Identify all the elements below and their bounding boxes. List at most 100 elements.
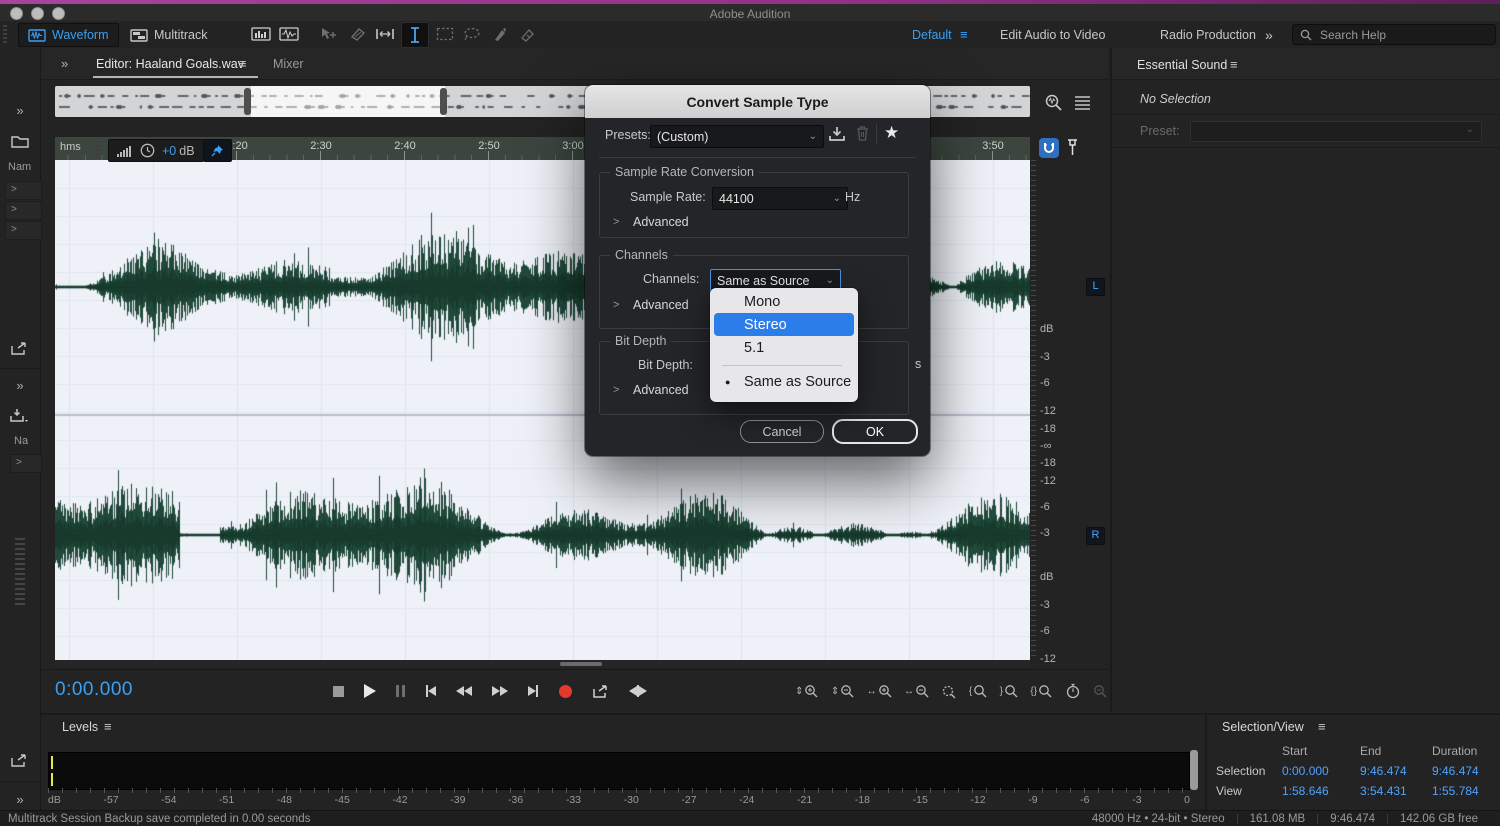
favorite-star-icon[interactable]: ★	[884, 123, 899, 143]
workspace-overflow-chevrons[interactable]: »	[1265, 27, 1273, 43]
panel-chevrons[interactable]: »	[61, 56, 68, 71]
hud-grip[interactable]	[96, 141, 102, 158]
advanced-expander-icon[interactable]: >	[613, 299, 619, 311]
advanced-expander-icon[interactable]: >	[613, 384, 619, 396]
paintbrush-tool-icon[interactable]	[487, 23, 513, 45]
search-help-box[interactable]	[1292, 24, 1496, 45]
zoom-to-out-point-button[interactable]: }	[1000, 684, 1018, 698]
open-in-multitrack-icon[interactable]	[10, 341, 28, 356]
zoom-out-amplitude-button[interactable]: ⇕	[831, 684, 854, 698]
hud-gain-value[interactable]: +0	[162, 144, 176, 158]
selection-end-value[interactable]: 9:46.474	[1360, 764, 1432, 778]
levels-panel-chevrons[interactable]: »	[0, 792, 40, 807]
record-button[interactable]	[559, 685, 572, 698]
tab-levels[interactable]: Levels	[62, 720, 98, 734]
waveform-mode-button[interactable]: Waveform	[18, 23, 119, 47]
levels-scrollbar[interactable]	[1190, 750, 1198, 790]
multitrack-mode-button[interactable]: Multitrack	[120, 23, 217, 47]
play-button[interactable]	[364, 684, 376, 698]
zoom-to-selection-button[interactable]: {}	[1030, 684, 1052, 698]
volume-hud[interactable]: +0 dB	[108, 139, 204, 162]
folder-icon[interactable]	[11, 134, 29, 148]
menu-item-same-as-source[interactable]: Same as Source	[710, 370, 858, 393]
zoom-in-amplitude-button[interactable]: ⇕	[795, 684, 818, 698]
cancel-button[interactable]: Cancel	[740, 420, 824, 443]
overview-viewport[interactable]	[251, 86, 445, 117]
view-end-value[interactable]: 3:54.431	[1360, 784, 1432, 798]
zoom-out-full-button[interactable]	[941, 684, 956, 699]
menu-item-stereo-highlighted[interactable]: Stereo	[714, 313, 854, 336]
toolbar-grip[interactable]	[3, 25, 7, 44]
import-file-icon[interactable]	[10, 408, 30, 424]
time-selection-tool-icon[interactable]	[401, 22, 429, 48]
workspace-radio-production[interactable]: Radio Production	[1160, 28, 1256, 42]
dialog-title[interactable]: Convert Sample Type	[585, 85, 930, 118]
workspace-edit-audio-to-video[interactable]: Edit Audio to Video	[1000, 28, 1105, 42]
presets-dropdown[interactable]: (Custom) ⌄	[650, 125, 824, 148]
file-tree-expander[interactable]: >	[5, 181, 42, 200]
waveform-hscrollbar[interactable]	[55, 660, 1030, 667]
selection-duration-value[interactable]: 9:46.474	[1432, 764, 1500, 778]
left-channel-badge[interactable]: L	[1086, 278, 1105, 296]
tab-selection-view[interactable]: Selection/View	[1222, 720, 1304, 734]
overview-handle-left[interactable]	[244, 88, 251, 115]
marquee-selection-tool-icon[interactable]	[432, 23, 458, 45]
file-tree-expander[interactable]: >	[5, 221, 42, 240]
pause-button[interactable]	[396, 685, 405, 697]
media-panel-expand-chevrons[interactable]: »	[0, 378, 40, 393]
levels-panel-menu-icon[interactable]: ≡	[104, 719, 112, 734]
selection-start-value[interactable]: 0:00.000	[1282, 764, 1360, 778]
workspace-default[interactable]: Default	[912, 28, 952, 42]
search-help-input[interactable]	[1318, 27, 1472, 43]
playhead-time[interactable]: 0:00.000	[55, 679, 133, 701]
hud-pin-button[interactable]	[203, 139, 232, 162]
workspace-menu-icon[interactable]: ≡	[960, 27, 968, 42]
menu-item-mono[interactable]: Mono	[710, 290, 858, 313]
media-tree-expander[interactable]: >	[10, 454, 42, 473]
essential-sound-menu-icon[interactable]: ≡	[1230, 57, 1238, 72]
right-channel-badge[interactable]: R	[1086, 527, 1105, 545]
tab-essential-sound[interactable]: Essential Sound	[1137, 58, 1227, 72]
slip-tool-icon[interactable]	[372, 23, 398, 45]
zoom-display-icon[interactable]	[1044, 93, 1063, 112]
files-panel-expand-chevrons[interactable]: »	[0, 103, 40, 118]
stop-button[interactable]	[333, 686, 344, 697]
view-duration-value[interactable]: 1:55.784	[1432, 784, 1500, 798]
display-list-icon[interactable]	[1074, 94, 1091, 110]
snap-toggle-icon[interactable]	[1039, 138, 1059, 158]
move-tool-icon[interactable]	[316, 23, 342, 45]
menu-item-5-1[interactable]: 5.1	[710, 336, 858, 359]
waveform-display-button[interactable]	[276, 23, 302, 45]
channels-advanced[interactable]: Advanced	[633, 298, 689, 312]
file-tree-expander[interactable]: >	[5, 201, 42, 220]
previous-button[interactable]	[426, 685, 436, 697]
rewind-button[interactable]	[456, 686, 472, 696]
marker-pin-icon[interactable]	[1066, 139, 1079, 157]
editor-panel-menu-icon[interactable]: ≡	[239, 56, 247, 71]
zoom-to-in-point-button[interactable]: {	[969, 684, 987, 698]
hscrollbar-thumb[interactable]	[560, 662, 602, 666]
lasso-selection-tool-icon[interactable]	[459, 23, 485, 45]
tab-mixer[interactable]: Mixer	[273, 57, 304, 71]
tab-editor[interactable]: Editor: Haaland Goals.wav	[96, 57, 244, 71]
fast-forward-button[interactable]	[492, 686, 508, 696]
zoom-in-time-button[interactable]: ↔	[867, 684, 892, 698]
loop-export-icon[interactable]	[10, 753, 28, 768]
skip-selection-button[interactable]	[629, 685, 647, 697]
view-start-value[interactable]: 1:58.646	[1282, 784, 1360, 798]
loop-playback-button[interactable]	[592, 684, 609, 699]
stopwatch-button[interactable]	[1065, 683, 1081, 699]
save-preset-icon[interactable]	[828, 126, 846, 142]
next-button[interactable]	[528, 685, 538, 697]
zoom-out-time-button[interactable]: ↔	[904, 684, 929, 698]
spectral-display-button[interactable]	[248, 23, 274, 45]
razor-tool-icon[interactable]	[345, 23, 371, 45]
bit-depth-advanced[interactable]: Advanced	[633, 383, 689, 397]
overview-handle-right[interactable]	[440, 88, 447, 115]
sample-rate-advanced[interactable]: Advanced	[633, 215, 689, 229]
selection-view-menu-icon[interactable]: ≡	[1318, 719, 1326, 734]
ok-button[interactable]: OK	[832, 419, 918, 444]
sample-rate-dropdown[interactable]: 44100 ⌄	[712, 187, 848, 210]
advanced-expander-icon[interactable]: >	[613, 216, 619, 228]
rail-scroll-grip[interactable]	[15, 538, 25, 608]
